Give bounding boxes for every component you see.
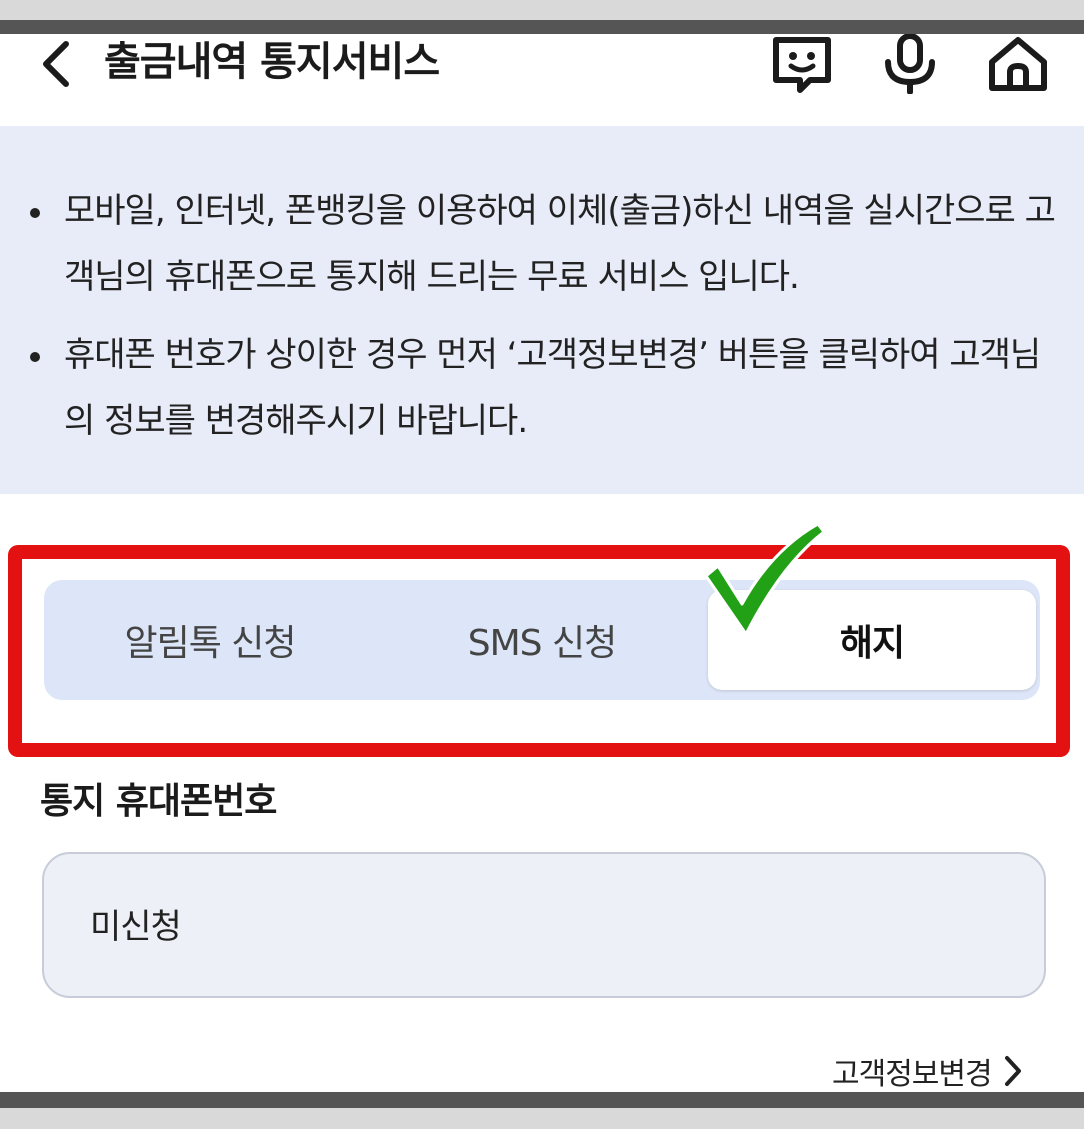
info-bullet: 모바일, 인터넷, 폰뱅킹을 이용하여 이체(출금)하신 내역을 실시간으로 고… <box>30 178 1060 310</box>
chevron-right-icon <box>1004 1056 1021 1086</box>
tab-sms[interactable]: SMS 신청 <box>376 580 708 700</box>
info-bullet-text: 모바일, 인터넷, 폰뱅킹을 이용하여 이체(출금)하신 내역을 실시간으로 고… <box>64 191 1056 297</box>
frame-bar-bottom <box>0 1092 1084 1108</box>
app-header: 출금내역 통지서비스 <box>0 34 1084 126</box>
frame-border-top <box>0 0 1084 20</box>
mic-icon[interactable] <box>878 34 942 94</box>
service-info-section: 모바일, 인터넷, 폰뱅킹을 이용하여 이체(출금)하신 내역을 실시간으로 고… <box>0 126 1084 494</box>
checkmark-icon <box>704 522 826 636</box>
chatbot-icon[interactable] <box>770 34 834 94</box>
bullet-dot <box>30 208 40 218</box>
service-tab-bar: 알림톡 신청 SMS 신청 해지 <box>44 580 1040 700</box>
home-icon[interactable] <box>986 34 1050 94</box>
change-customer-info-link[interactable]: 고객정보변경 <box>832 1046 1024 1096</box>
info-bullet-text: 휴대폰 번호가 상이한 경우 먼저 ‘고객정보변경’ 버튼을 클릭하여 고객님의… <box>64 335 1041 441</box>
frame-bar-top <box>0 20 1084 34</box>
phone-number-value: 미신청 <box>90 907 182 947</box>
back-icon[interactable] <box>36 38 76 90</box>
info-bullet: 휴대폰 번호가 상이한 경우 먼저 ‘고객정보변경’ 버튼을 클릭하여 고객님의… <box>30 322 1060 454</box>
screen: 출금내역 통지서비스 모바일, 인터넷, 폰뱅킹을 이용하여 이체(출금)하신 … <box>0 0 1084 1129</box>
change-customer-info-label: 고객정보변경 <box>832 1057 993 1092</box>
bullet-dot <box>30 352 40 362</box>
frame-border-bottom <box>0 1108 1084 1129</box>
phone-number-field: 미신청 <box>42 852 1046 998</box>
page-title: 출금내역 통지서비스 <box>104 39 440 85</box>
tab-alimtalk[interactable]: 알림톡 신청 <box>44 580 376 700</box>
phone-label: 통지 휴대폰번호 <box>40 781 277 822</box>
